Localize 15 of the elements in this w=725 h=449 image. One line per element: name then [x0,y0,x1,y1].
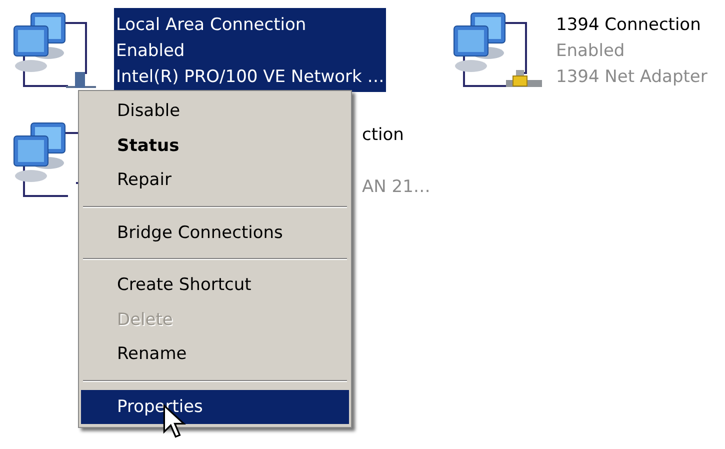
connection-name: Local Area Connection [116,14,308,37]
device-name: 1394 Net Adapter [556,66,708,89]
menu-item[interactable]: Status [81,128,349,163]
device-name: AN 21… [362,176,430,199]
menu-item[interactable]: Bridge Connections [81,216,349,250]
menu-item[interactable]: Properties [81,390,349,424]
connection-status: Enabled [116,40,186,63]
menu-item[interactable]: Rename [81,337,349,372]
connection-name: ction [362,124,405,147]
menu-item[interactable]: Disable [81,94,349,128]
menu-item[interactable]: Create Shortcut [81,268,349,302]
menu-item[interactable]: Repair [81,163,349,198]
connection-name: 1394 Connection [556,14,702,37]
connection-status: Enabled [556,40,626,63]
device-name: Intel(R) PRO/100 VE Network … [116,66,384,89]
